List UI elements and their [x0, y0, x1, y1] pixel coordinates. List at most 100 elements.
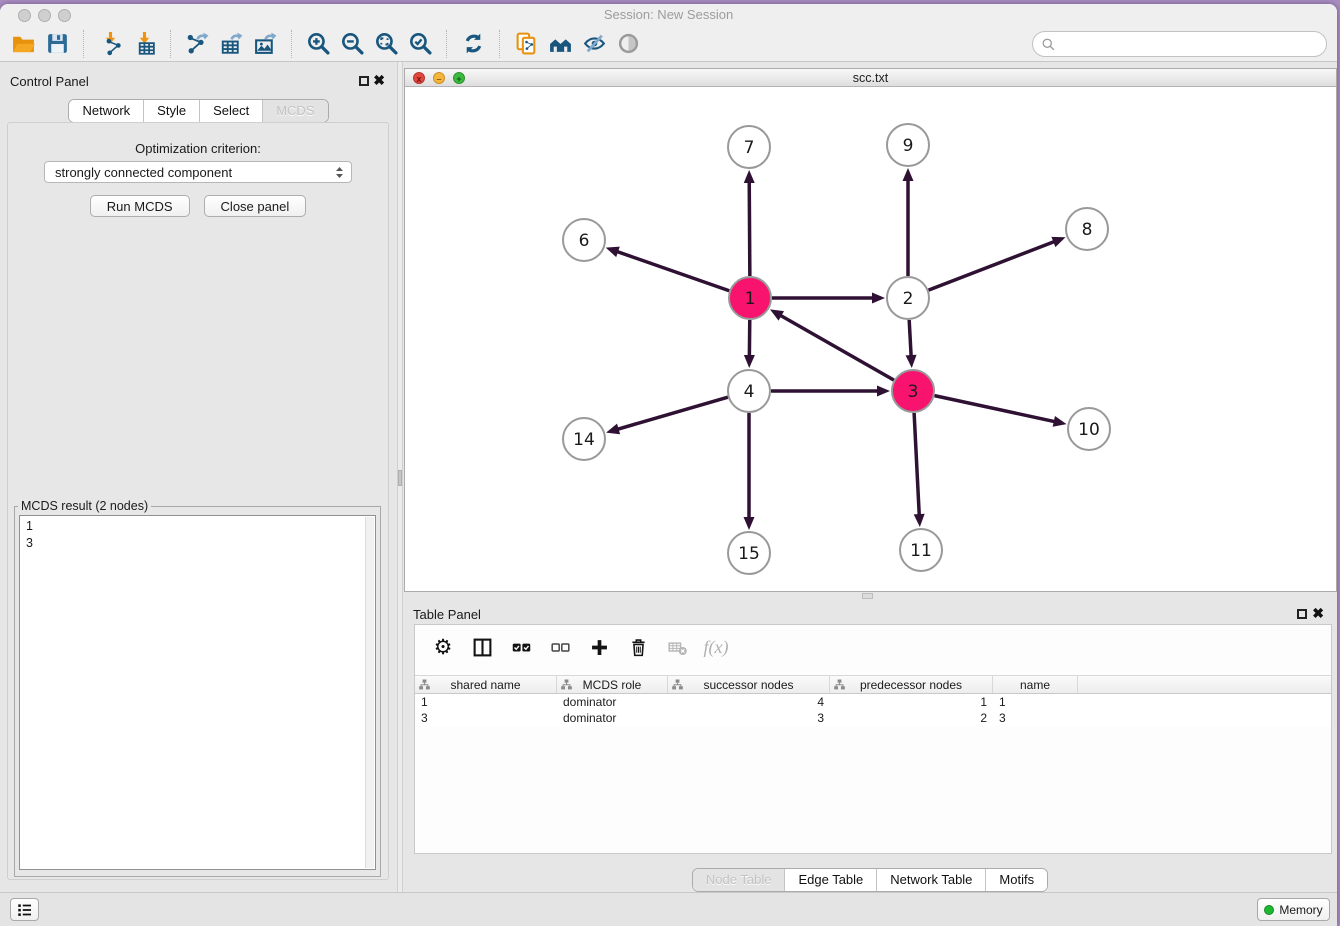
tab-network-table[interactable]: Network Table [877, 869, 986, 891]
arrowhead-2-9 [903, 168, 914, 181]
save-session-button[interactable] [40, 29, 74, 59]
cell-MCDS-role[interactable]: dominator [557, 710, 668, 726]
search-box[interactable] [1032, 31, 1327, 57]
clone-network-button[interactable] [509, 29, 543, 59]
network-canvas[interactable]: 7968124314101511 [405, 87, 1336, 591]
main-toolbar [0, 26, 1337, 62]
float-panel-icon[interactable] [359, 76, 369, 86]
import-network-button[interactable] [93, 29, 127, 59]
select-all-button[interactable] [509, 635, 533, 659]
cell-predecessor-nodes[interactable]: 2 [830, 710, 993, 726]
tab-style[interactable]: Style [144, 100, 200, 122]
run-mcds-button[interactable]: Run MCDS [90, 195, 190, 217]
edge-1-7[interactable] [749, 180, 750, 276]
open-file-button[interactable] [6, 29, 40, 59]
attribute-type-icon [419, 679, 430, 690]
node-label-15: 15 [738, 544, 760, 564]
toolbar-separator [170, 30, 171, 58]
result-scrollbar[interactable] [365, 517, 374, 868]
network-overview-icon [548, 31, 573, 56]
export-table-button[interactable] [214, 29, 248, 59]
tab-node-table[interactable]: Node Table [693, 869, 786, 891]
edge-3-10[interactable] [935, 396, 1057, 422]
column-header-name[interactable]: name [993, 676, 1078, 693]
search-input[interactable] [1056, 34, 1326, 54]
edge-3-1[interactable] [779, 314, 894, 380]
column-header-MCDS-role[interactable]: MCDS role [557, 676, 668, 693]
tab-network[interactable]: Network [69, 100, 144, 122]
toolbar-separator [446, 30, 447, 58]
save-session-icon [45, 31, 70, 56]
column-label: shared name [450, 678, 520, 692]
add-column-button[interactable] [587, 635, 611, 659]
zoom-in-button[interactable] [301, 29, 335, 59]
import-table-button[interactable] [127, 29, 161, 59]
split-columns-icon [472, 637, 493, 658]
delete-table-button [665, 635, 689, 659]
node-label-4: 4 [744, 382, 755, 402]
splitter-grip[interactable] [398, 470, 402, 486]
network-overview-button[interactable] [543, 29, 577, 59]
column-header-shared-name[interactable]: shared name [415, 676, 557, 693]
horizontal-splitter-grip[interactable] [862, 593, 873, 599]
gear-button[interactable]: ⚙ [431, 635, 455, 659]
task-history-button[interactable] [10, 898, 39, 921]
import-network-icon [98, 31, 123, 56]
app-window: Session: New Session Control Panel ✖ Net… [0, 4, 1337, 926]
hide-panel-button[interactable] [577, 29, 611, 59]
table-float-icon[interactable] [1297, 609, 1307, 619]
network-graph[interactable]: 7968124314101511 [405, 87, 1334, 591]
network-window-title: scc.txt [405, 71, 1336, 85]
criterion-dropdown[interactable]: strongly connected component [44, 161, 352, 183]
edge-1-6[interactable] [615, 251, 729, 291]
export-network-button[interactable] [180, 29, 214, 59]
edge-4-14[interactable] [616, 397, 728, 430]
zoom-selected-button[interactable] [403, 29, 437, 59]
title-bar[interactable]: Session: New Session [0, 4, 1337, 26]
edge-3-11[interactable] [914, 413, 919, 517]
tab-select[interactable]: Select [200, 100, 263, 122]
export-image-button[interactable] [248, 29, 282, 59]
cell-MCDS-role[interactable]: dominator [557, 694, 668, 710]
memory-button[interactable]: Memory [1257, 898, 1330, 921]
zoom-out-button[interactable] [335, 29, 369, 59]
cell-shared-name[interactable]: 3 [415, 710, 557, 726]
zoom-fit-button[interactable] [369, 29, 403, 59]
cell-predecessor-nodes[interactable]: 1 [830, 694, 993, 710]
function-builder-button: f(x) [704, 635, 728, 659]
open-file-icon [11, 31, 36, 56]
cell-successor-nodes[interactable]: 4 [668, 694, 830, 710]
mcds-result-textarea[interactable]: 1 3 [19, 515, 376, 870]
close-panel-button[interactable]: Close panel [204, 195, 307, 217]
column-header-successor-nodes[interactable]: successor nodes [668, 676, 830, 693]
arrowhead-1-4 [744, 355, 755, 368]
refresh-view-icon [461, 31, 486, 56]
cell-name[interactable]: 3 [993, 710, 1078, 726]
right-area: x – + scc.txt 7968124314101511 Table Pan… [403, 62, 1337, 892]
cell-successor-nodes[interactable]: 3 [668, 710, 830, 726]
column-label: MCDS role [583, 678, 642, 692]
tab-mcds[interactable]: MCDS [263, 100, 327, 122]
arrowhead-3-11 [914, 514, 925, 527]
table-row[interactable]: 3dominator323 [415, 710, 1331, 726]
arrowhead-1-2 [872, 293, 885, 304]
cell-name[interactable]: 1 [993, 694, 1078, 710]
network-window-titlebar[interactable]: x – + scc.txt [405, 69, 1336, 87]
table-row[interactable]: 1dominator411 [415, 694, 1331, 710]
close-panel-icon[interactable]: ✖ [373, 72, 385, 88]
tab-edge-table[interactable]: Edge Table [785, 869, 877, 891]
refresh-view-button[interactable] [456, 29, 490, 59]
edge-2-8[interactable] [929, 241, 1057, 290]
export-table-icon [219, 31, 244, 56]
split-columns-button[interactable] [470, 635, 494, 659]
deselect-all-button[interactable] [548, 635, 572, 659]
toolbar-separator [291, 30, 292, 58]
edge-2-3[interactable] [909, 320, 911, 358]
tab-motifs[interactable]: Motifs [986, 869, 1047, 891]
delete-column-button[interactable] [626, 635, 650, 659]
add-column-icon [589, 637, 610, 658]
table-close-icon[interactable]: ✖ [1312, 605, 1324, 621]
inactive-eye-icon [616, 31, 641, 56]
column-header-predecessor-nodes[interactable]: predecessor nodes [830, 676, 993, 693]
cell-shared-name[interactable]: 1 [415, 694, 557, 710]
